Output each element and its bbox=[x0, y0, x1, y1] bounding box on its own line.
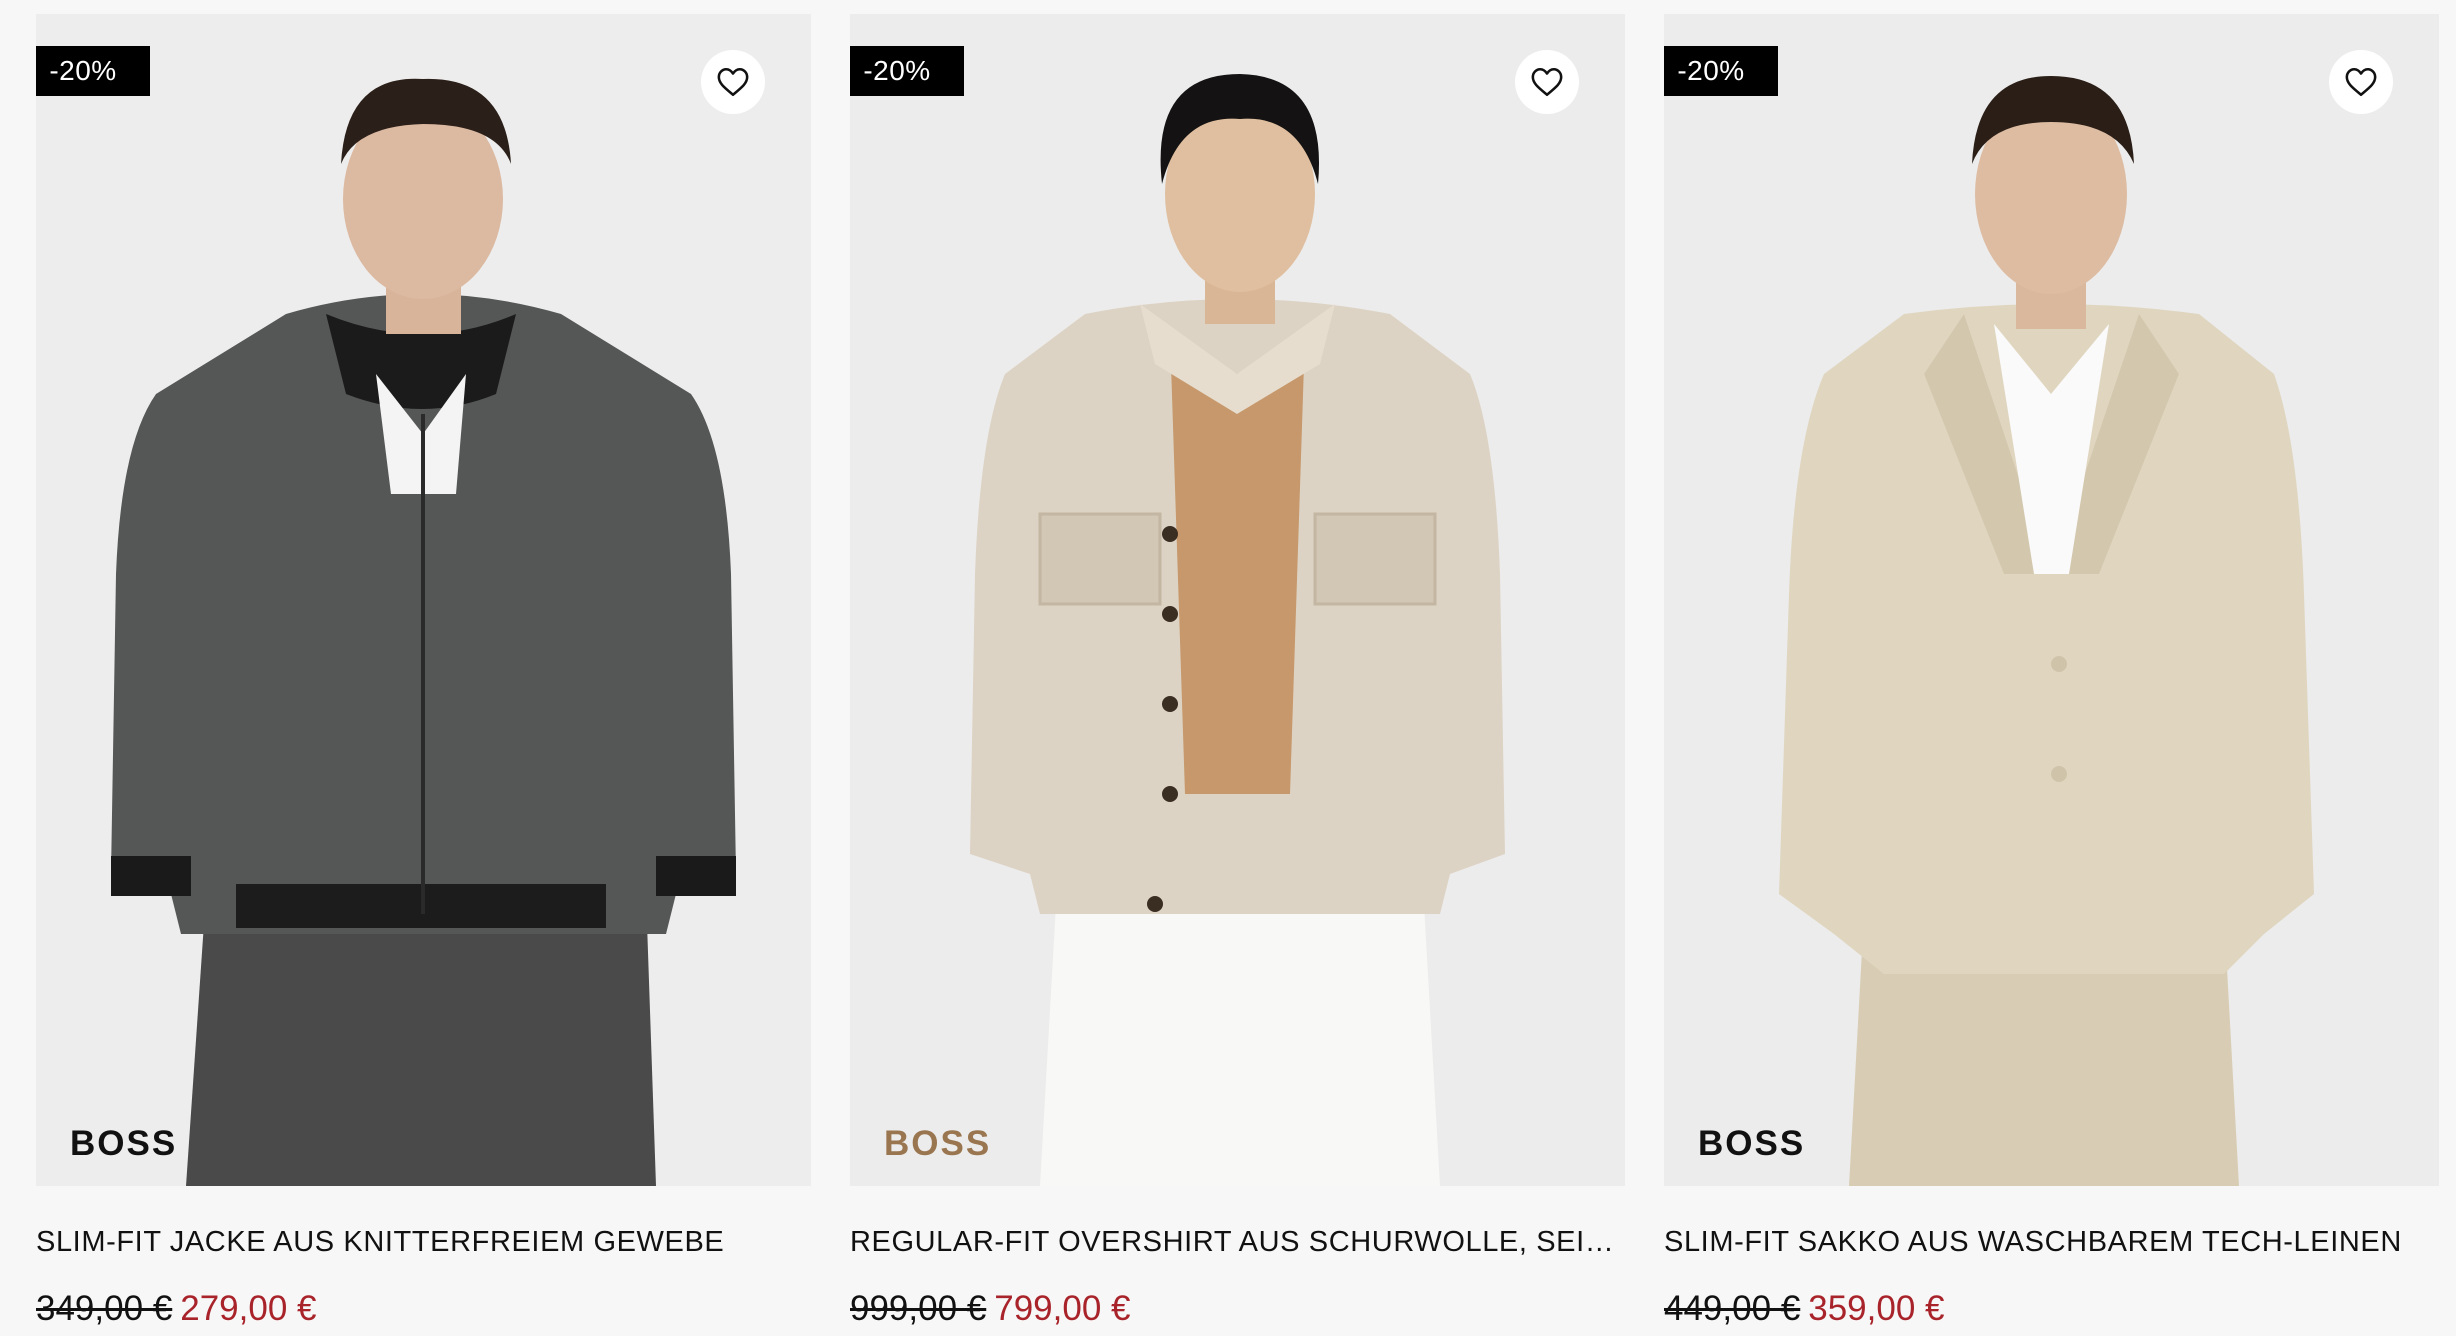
brand-logo: BOSS bbox=[1698, 1124, 1806, 1163]
sale-price: 799,00 € bbox=[994, 1289, 1131, 1328]
heart-outline-icon bbox=[2345, 67, 2377, 97]
product-price: 999,00 €799,00 € bbox=[850, 1289, 1625, 1329]
sale-price: 359,00 € bbox=[1808, 1289, 1945, 1328]
product-photo-grey-bomber bbox=[36, 14, 811, 1186]
product-image[interactable]: -20% BOSS bbox=[850, 14, 1625, 1186]
wishlist-button[interactable] bbox=[1515, 50, 1579, 114]
heart-outline-icon bbox=[1531, 67, 1563, 97]
discount-badge: -20% bbox=[36, 46, 150, 96]
brand-logo: BOSS bbox=[884, 1124, 992, 1163]
product-price: 349,00 €279,00 € bbox=[36, 1289, 811, 1329]
product-grid: -20% BOSS SLIM-FIT JACKE AUS KNITTERFREI… bbox=[0, 0, 2456, 1336]
product-card[interactable]: -20% BOSS REGULAR-FIT OVERSHIRT AUS SCHU… bbox=[850, 14, 1625, 1329]
sale-price: 279,00 € bbox=[180, 1289, 317, 1328]
original-price: 349,00 € bbox=[36, 1289, 173, 1328]
original-price: 449,00 € bbox=[1664, 1289, 1801, 1328]
product-image[interactable]: -20% BOSS bbox=[36, 14, 811, 1186]
product-price: 449,00 €359,00 € bbox=[1664, 1289, 2439, 1329]
product-title[interactable]: SLIM-FIT SAKKO AUS WASCHBAREM TECH-LEINE… bbox=[1664, 1226, 2439, 1259]
product-image[interactable]: -20% BOSS bbox=[1664, 14, 2439, 1186]
wishlist-button[interactable] bbox=[2329, 50, 2393, 114]
product-photo-linen-blazer bbox=[1664, 14, 2439, 1186]
product-photo-beige-overshirt bbox=[850, 14, 1625, 1186]
original-price: 999,00 € bbox=[850, 1289, 987, 1328]
discount-badge: -20% bbox=[850, 46, 964, 96]
wishlist-button[interactable] bbox=[701, 50, 765, 114]
product-card[interactable]: -20% BOSS SLIM-FIT SAKKO AUS WASCHBAREM … bbox=[1664, 14, 2439, 1329]
product-title[interactable]: SLIM-FIT JACKE AUS KNITTERFREIEM GEWEBE bbox=[36, 1226, 811, 1259]
product-title[interactable]: REGULAR-FIT OVERSHIRT AUS SCHURWOLLE, SE… bbox=[850, 1226, 1625, 1259]
discount-badge: -20% bbox=[1664, 46, 1778, 96]
heart-outline-icon bbox=[717, 67, 749, 97]
brand-logo: BOSS bbox=[70, 1124, 178, 1163]
product-card[interactable]: -20% BOSS SLIM-FIT JACKE AUS KNITTERFREI… bbox=[36, 14, 811, 1329]
